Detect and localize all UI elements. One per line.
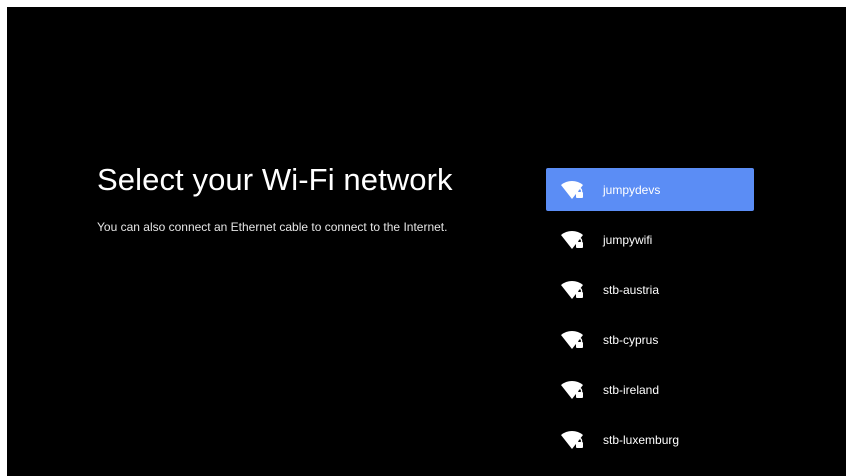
wifi-lock-icon <box>561 280 583 299</box>
page-title: Select your Wi-Fi network <box>97 162 453 197</box>
wifi-setup-screen: Select your Wi-Fi network You can also c… <box>7 7 846 476</box>
network-item-stb-austria[interactable]: stb-austria <box>546 268 754 311</box>
network-name: stb-luxemburg <box>603 432 680 447</box>
wifi-lock-icon <box>561 380 583 399</box>
network-name: stb-ireland <box>603 382 660 397</box>
wifi-lock-icon <box>561 180 583 199</box>
network-item-jumpydevs[interactable]: jumpydevs <box>546 168 754 211</box>
network-item-stb-luxemburg[interactable]: stb-luxemburg <box>546 418 754 461</box>
network-item-stb-cyprus[interactable]: stb-cyprus <box>546 318 754 361</box>
wifi-lock-icon <box>561 230 583 249</box>
page-subtitle: You can also connect an Ethernet cable t… <box>97 220 448 234</box>
network-list: jumpydevs jumpywifi stb-austria stb-cypr… <box>546 168 754 468</box>
wifi-lock-icon <box>561 430 583 449</box>
wifi-lock-icon <box>561 330 583 349</box>
network-name: jumpywifi <box>603 232 653 247</box>
network-name: stb-austria <box>603 282 660 297</box>
network-item-jumpywifi[interactable]: jumpywifi <box>546 218 754 261</box>
network-name: jumpydevs <box>603 182 661 197</box>
network-item-stb-ireland[interactable]: stb-ireland <box>546 368 754 411</box>
network-name: stb-cyprus <box>603 332 659 347</box>
